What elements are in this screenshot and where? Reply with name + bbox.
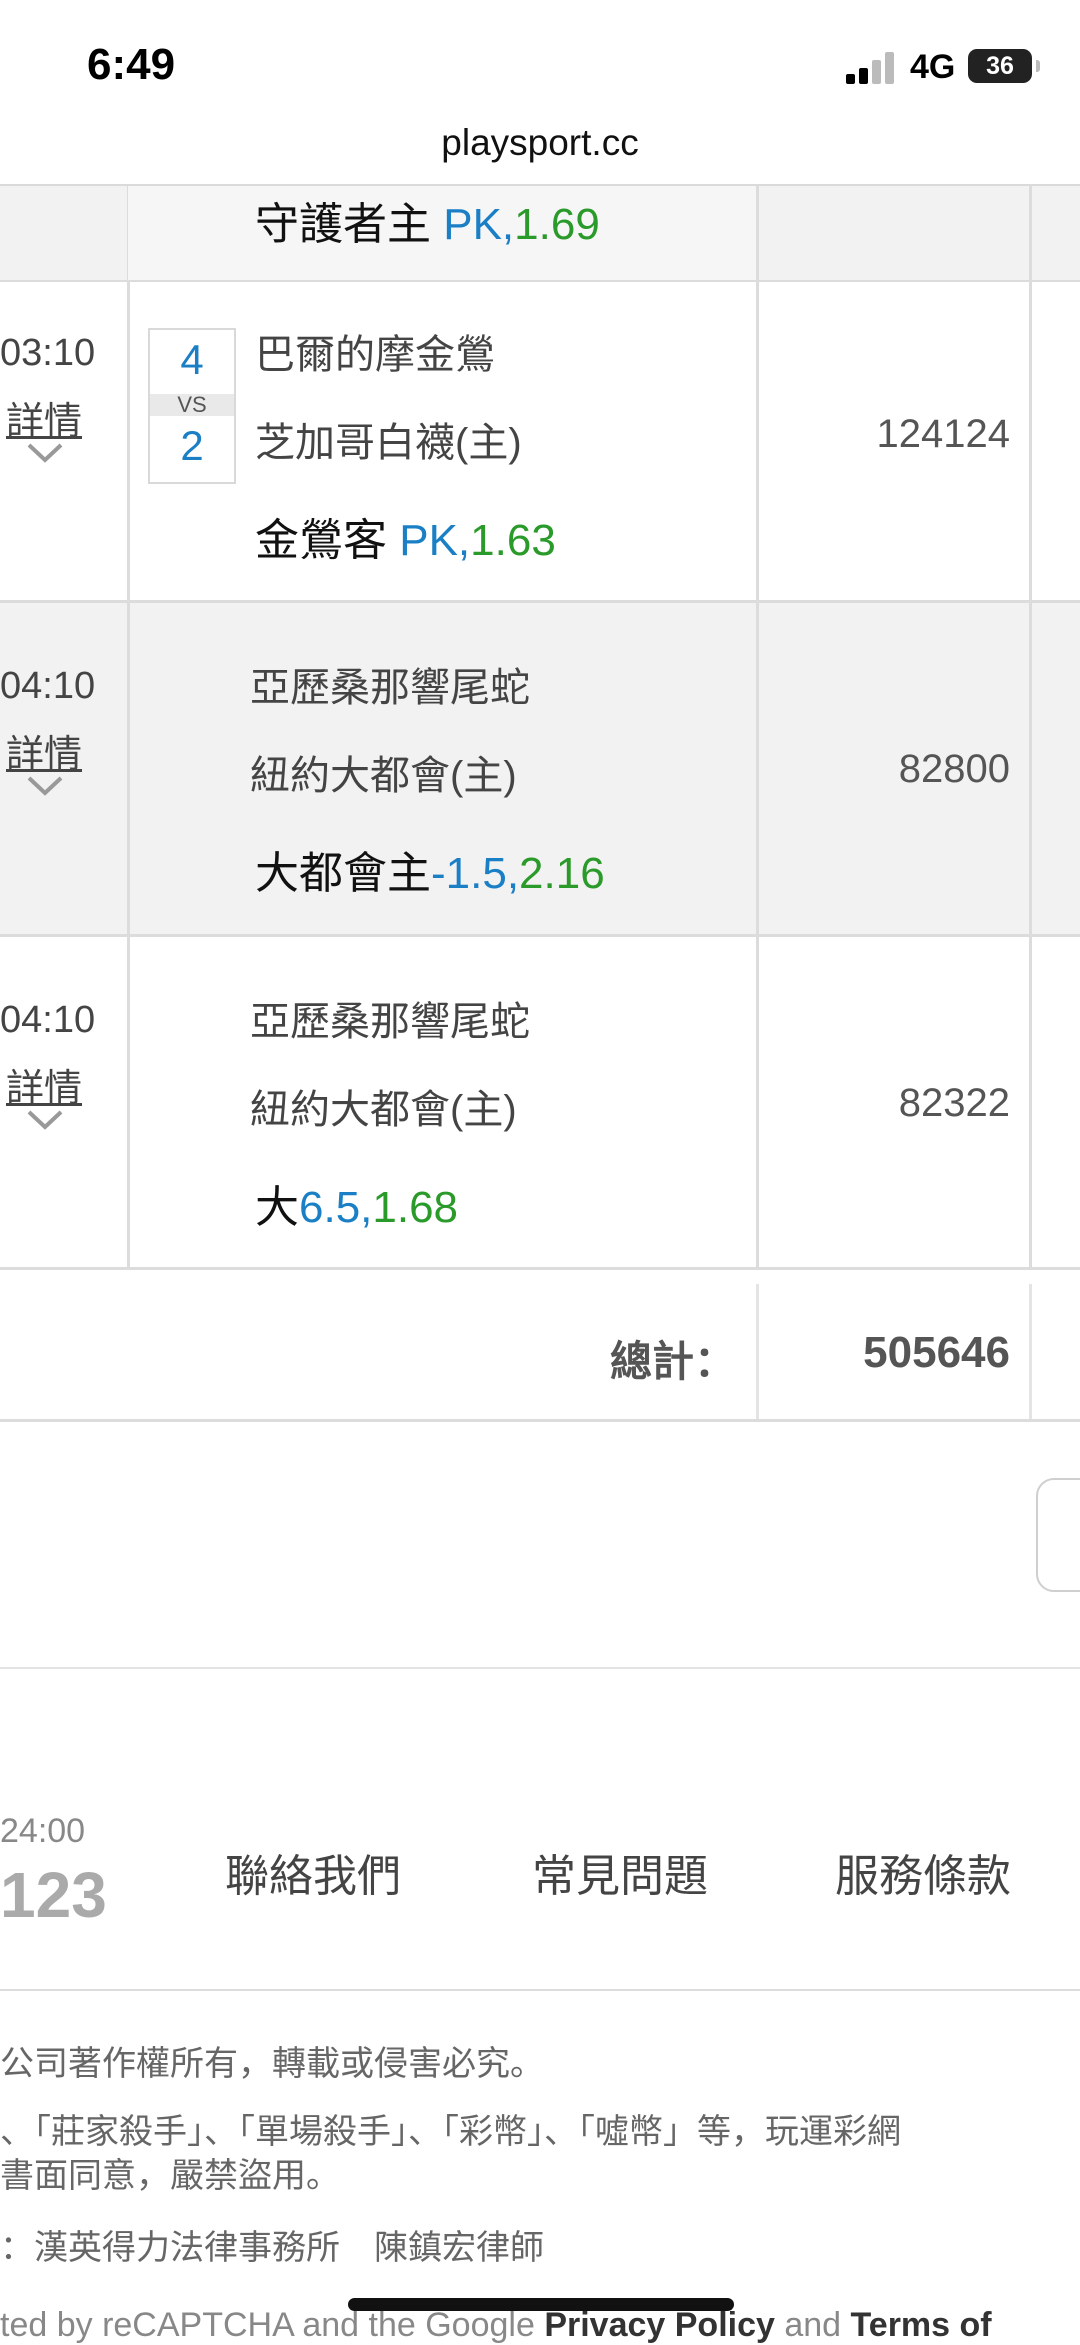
pick-text: 守護者主 PK,1.69 bbox=[255, 200, 600, 249]
divider bbox=[1029, 1284, 1032, 1420]
total-value: 505646 bbox=[863, 1328, 1010, 1377]
table-row: 04:10 詳情 亞歷桑那響尾蛇 紐約大都會(主) 大6.5,1.68 8232… bbox=[0, 937, 1080, 1270]
trademark-text-2: 書面同意，嚴禁盜用。 bbox=[0, 2157, 340, 2195]
table-row: 04:10 詳情 亞歷桑那響尾蛇 紐約大都會(主) 大都會主-1.5,2.16 … bbox=[0, 603, 1080, 937]
score-away: 4 bbox=[180, 336, 204, 383]
score-home: 2 bbox=[180, 422, 204, 469]
divider bbox=[0, 1419, 1080, 1422]
privacy-link[interactable]: Privacy Policy bbox=[544, 2306, 775, 2344]
battery-icon: 36 bbox=[968, 49, 1040, 83]
detail-link[interactable]: 詳情 bbox=[6, 1057, 82, 1112]
bet-amount: 82800 bbox=[898, 747, 1010, 791]
status-bar: 6:49 4G 36 bbox=[0, 0, 1080, 128]
signal-icon bbox=[846, 52, 896, 84]
footer-phone: 123 bbox=[0, 1859, 107, 1931]
side-button[interactable] bbox=[1036, 1478, 1080, 1592]
faq-link[interactable]: 常見問題 bbox=[532, 1840, 708, 1904]
contact-link[interactable]: 聯絡我們 bbox=[225, 1840, 401, 1904]
table-row: 03:10 詳情 4 VS 2 巴爾的摩金鶯 芝加哥白襪(主) 金鶯客 PK,1… bbox=[0, 282, 1080, 603]
game-time: 04:10 bbox=[0, 665, 96, 707]
team-away: 亞歷桑那響尾蛇 bbox=[250, 1000, 530, 1044]
divider bbox=[0, 1667, 1080, 1669]
detail-link[interactable]: 詳情 bbox=[6, 723, 82, 778]
chevron-down-icon[interactable] bbox=[26, 1109, 64, 1131]
total-label: 總計： bbox=[610, 1338, 737, 1385]
vs-label: VS bbox=[150, 394, 234, 416]
team-away: 巴爾的摩金鶯 bbox=[255, 333, 495, 377]
bet-amount: 124124 bbox=[876, 412, 1010, 456]
lawyer-text: ：漢英得力法律事務所 陳鎮宏律師 bbox=[0, 2229, 544, 2267]
team-home: 芝加哥白襪(主) bbox=[255, 421, 522, 465]
table-row: 守護者主 PK,1.69 bbox=[0, 186, 1080, 283]
address-bar[interactable]: playsport.cc bbox=[0, 122, 1080, 164]
pick-text: 大都會主-1.5,2.16 bbox=[255, 849, 605, 898]
pick-text: 大6.5,1.68 bbox=[255, 1183, 459, 1232]
footer-hours: 24:00 bbox=[0, 1812, 86, 1850]
divider bbox=[0, 1989, 1080, 1991]
recaptcha-notice: ted by reCAPTCHA and the Google Privacy … bbox=[0, 2306, 992, 2344]
team-home: 紐約大都會(主) bbox=[250, 1088, 517, 1132]
detail-link[interactable]: 詳情 bbox=[6, 390, 82, 445]
home-indicator bbox=[348, 2298, 734, 2311]
status-time: 6:49 bbox=[87, 40, 176, 89]
score-box: 4 VS 2 bbox=[148, 328, 236, 484]
network-label: 4G bbox=[910, 48, 956, 86]
divider bbox=[756, 1284, 759, 1420]
terms-link[interactable]: 服務條款 bbox=[835, 1840, 1011, 1904]
trademark-text: 、「莊家殺手」、「單場殺手」、「彩幣」、「噓幣」等，玩運彩網 bbox=[0, 2113, 901, 2151]
chevron-down-icon[interactable] bbox=[26, 442, 64, 464]
terms-of-link[interactable]: Terms of bbox=[851, 2306, 992, 2344]
game-time: 04:10 bbox=[0, 999, 96, 1041]
bet-amount: 82322 bbox=[898, 1081, 1010, 1125]
pick-text: 金鶯客 PK,1.63 bbox=[255, 516, 556, 565]
team-home: 紐約大都會(主) bbox=[250, 754, 517, 798]
game-time: 03:10 bbox=[0, 332, 96, 374]
team-away: 亞歷桑那響尾蛇 bbox=[250, 666, 530, 710]
chevron-down-icon[interactable] bbox=[26, 775, 64, 797]
copyright-text: 公司著作權所有，轉載或侵害必究。 bbox=[0, 2045, 544, 2083]
